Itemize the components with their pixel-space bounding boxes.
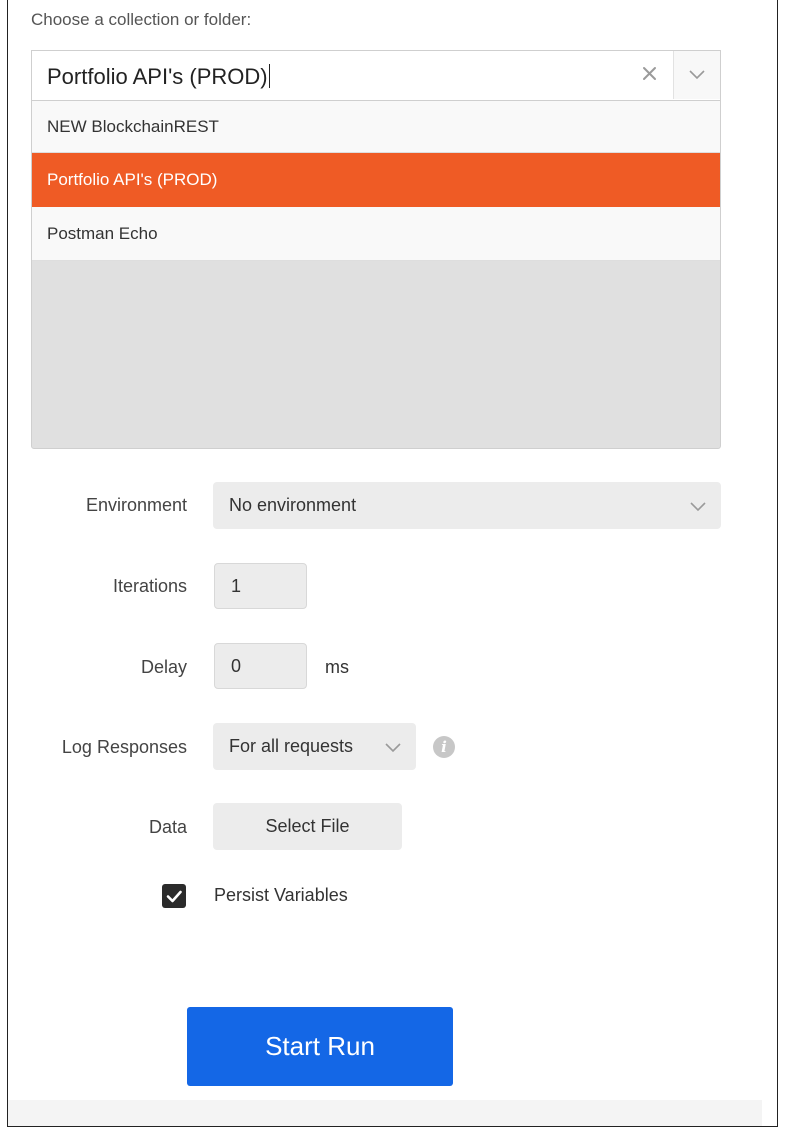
collection-dropdown-list: NEW BlockchainREST Portfolio API's (PROD…	[31, 100, 721, 449]
chevron-down-icon	[385, 743, 401, 753]
environment-select[interactable]: No environment	[213, 482, 721, 529]
text-cursor	[268, 64, 270, 88]
delay-label: Delay	[140, 657, 187, 677]
chevron-down-icon	[690, 502, 706, 512]
persist-variables-checkbox[interactable]	[162, 884, 186, 908]
data-label: Data	[148, 817, 187, 837]
panel-scroll-gutter	[762, 0, 777, 1126]
clear-icon[interactable]	[638, 61, 662, 87]
info-icon[interactable]: i	[433, 736, 455, 758]
collection-combobox[interactable]: Portfolio API's (PROD)	[31, 50, 721, 100]
checkmark-icon	[166, 890, 182, 903]
select-file-button[interactable]: Select File	[213, 803, 402, 850]
start-run-button[interactable]: Start Run	[187, 1007, 453, 1086]
log-responses-value: For all requests	[229, 736, 354, 756]
environment-value: No environment	[229, 495, 357, 515]
collection-input[interactable]: Portfolio API's (PROD)	[47, 64, 270, 90]
delay-input[interactable]: 0	[214, 643, 307, 689]
log-responses-label: Log Responses	[61, 737, 187, 757]
collection-option[interactable]: NEW BlockchainREST	[32, 101, 720, 153]
collection-option-selected[interactable]: Portfolio API's (PROD)	[32, 153, 720, 207]
chevron-down-icon	[689, 70, 705, 80]
iterations-input[interactable]: 1	[214, 563, 307, 609]
delay-unit: ms	[325, 657, 349, 677]
log-responses-select[interactable]: For all requests	[213, 723, 416, 770]
iterations-label: Iterations	[112, 576, 187, 596]
collection-option[interactable]: Postman Echo	[32, 207, 720, 261]
collection-label: Choose a collection or folder:	[31, 10, 252, 29]
panel-footer	[8, 1100, 762, 1126]
persist-variables-label: Persist Variables	[214, 885, 348, 905]
collection-dropdown-toggle[interactable]	[673, 51, 720, 99]
environment-label: Environment	[85, 495, 187, 515]
